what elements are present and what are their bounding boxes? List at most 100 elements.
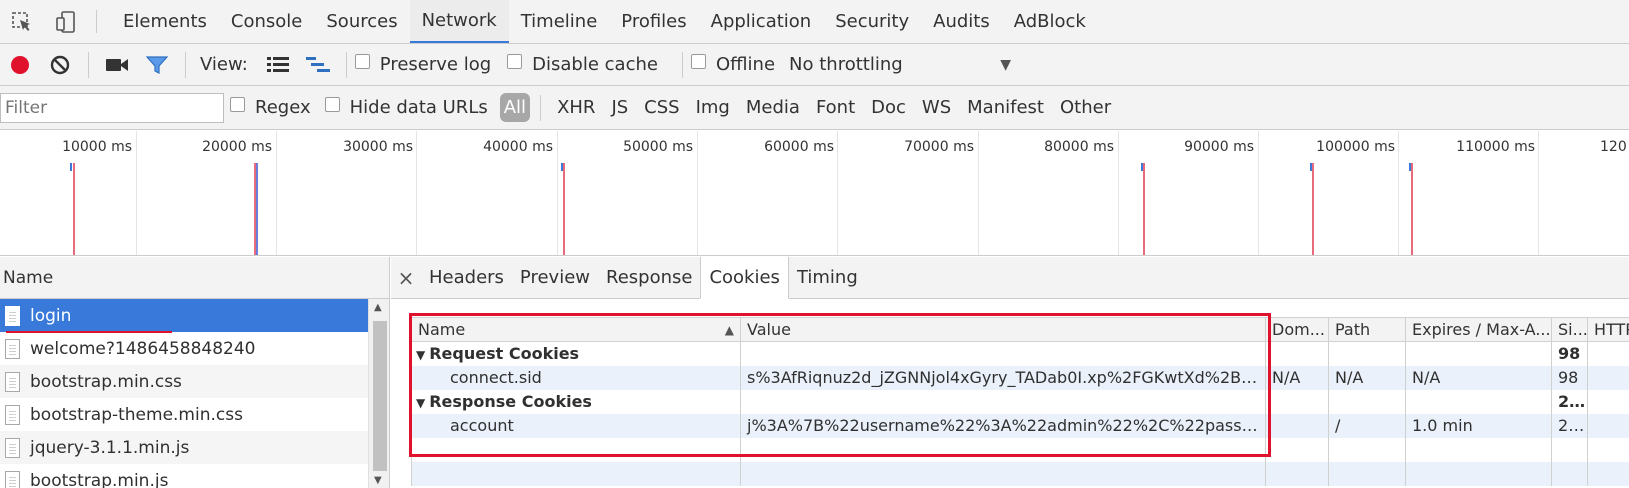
cookie-domain: N/A (1265, 365, 1329, 390)
tab-console[interactable]: Console (219, 0, 314, 43)
column-header-path[interactable]: Path (1328, 317, 1406, 342)
type-filter-ws[interactable]: WS (916, 95, 957, 120)
throttling-value: No throttling (789, 54, 903, 75)
clear-button[interactable] (40, 45, 80, 85)
tab-application[interactable]: Application (699, 0, 824, 43)
overview-waterfall-icon[interactable] (298, 45, 338, 85)
tab-cookies[interactable]: Cookies (700, 257, 789, 299)
request-detail-panel: × Headers Preview Response Cookies Timin… (391, 257, 1629, 488)
tab-headers[interactable]: Headers (421, 257, 512, 298)
request-marker (1310, 163, 1312, 171)
request-list-scrollbar[interactable]: ▲ ▼ (368, 299, 389, 488)
type-filter-img[interactable]: Img (690, 95, 736, 120)
view-label: View: (200, 54, 248, 75)
filter-input[interactable] (0, 92, 224, 123)
scroll-down-icon[interactable]: ▼ (374, 475, 382, 486)
time-label: 60000 ms (764, 139, 834, 155)
request-name: bootstrap.min.js (30, 470, 169, 488)
panel-tabs: Elements Console Sources Network Timelin… (111, 0, 1098, 43)
column-header-domain[interactable]: Dom... (1265, 317, 1329, 342)
column-header-expires[interactable]: Expires / Max-A... (1405, 317, 1552, 342)
column-header-value[interactable]: Value (740, 317, 1266, 342)
tab-elements[interactable]: Elements (111, 0, 219, 43)
request-row-bootstrap-js[interactable]: bootstrap.min.js (0, 464, 368, 488)
throttling-select[interactable]: No throttling ▼ (789, 54, 1011, 75)
request-name: jquery-3.1.1.min.js (30, 437, 190, 458)
disable-cache-box[interactable] (507, 54, 523, 69)
toolbar-divider (681, 51, 683, 78)
name-column-header[interactable]: Name (0, 257, 389, 299)
request-name: welcome?1486458848240 (30, 338, 256, 359)
expand-triangle-icon[interactable]: ▼ (416, 348, 425, 362)
disable-cache-checkbox[interactable]: Disable cache (507, 54, 658, 75)
tab-response[interactable]: Response (598, 257, 700, 298)
type-filter-css[interactable]: CSS (638, 95, 685, 120)
request-row-bootstrap-theme-css[interactable]: bootstrap-theme.min.css (0, 398, 368, 431)
inspect-element-icon[interactable] (0, 0, 44, 43)
tab-adblock[interactable]: AdBlock (1002, 0, 1098, 43)
request-cookies-group[interactable]: ▼ Request Cookies 98 (411, 341, 1629, 366)
record-button[interactable] (0, 45, 40, 85)
grid-divider (276, 131, 277, 255)
column-header-size[interactable]: Si... (1551, 317, 1588, 342)
cookie-size: 2... (1551, 413, 1588, 438)
timeline-overview[interactable]: 10000 ms 20000 ms 30000 ms 40000 ms 5000… (0, 131, 1629, 256)
hide-data-urls-checkbox[interactable]: Hide data URLs (324, 97, 488, 118)
scrollbar-thumb[interactable] (373, 321, 387, 471)
column-header-name[interactable]: Name ▲ (411, 317, 741, 342)
scroll-up-icon[interactable]: ▲ (374, 302, 382, 313)
response-cookies-group[interactable]: ▼ Response Cookies 2... (411, 389, 1629, 414)
tab-audits[interactable]: Audits (921, 0, 1002, 43)
tab-sources[interactable]: Sources (314, 0, 409, 43)
cookie-row[interactable]: account j%3A%7B%22username%22%3A%22admin… (411, 413, 1629, 438)
grid-divider (1118, 131, 1119, 255)
column-header-http[interactable]: HTTP (1587, 317, 1629, 342)
filter-icon[interactable] (137, 45, 177, 85)
capture-screenshots-icon[interactable] (97, 45, 137, 85)
tab-network[interactable]: Network (409, 0, 509, 43)
large-rows-icon[interactable] (258, 45, 298, 85)
tab-profiles[interactable]: Profiles (609, 0, 698, 43)
request-row-bootstrap-css[interactable]: bootstrap.min.css (0, 365, 368, 398)
expand-triangle-icon[interactable]: ▼ (416, 396, 425, 410)
close-icon[interactable]: × (391, 257, 421, 298)
preserve-log-checkbox[interactable]: Preserve log (354, 54, 491, 75)
tab-timing[interactable]: Timing (789, 257, 866, 298)
grid-divider (978, 131, 979, 255)
preserve-log-box[interactable] (354, 54, 370, 69)
request-row-jquery-js[interactable]: jquery-3.1.1.min.js (0, 431, 368, 464)
type-filter-doc[interactable]: Doc (865, 95, 912, 120)
load-event-marker (1143, 163, 1145, 255)
tab-timeline[interactable]: Timeline (509, 0, 610, 43)
request-row-login[interactable]: login (0, 299, 368, 332)
regex-checkbox[interactable]: Regex (230, 97, 311, 118)
load-event-marker (563, 163, 565, 255)
load-event-marker (1411, 163, 1413, 255)
type-filter-font[interactable]: Font (810, 95, 861, 120)
grid-divider (837, 131, 838, 255)
type-filter-media[interactable]: Media (740, 95, 806, 120)
time-label: 10000 ms (62, 139, 132, 155)
type-filter-js[interactable]: JS (605, 95, 634, 120)
disable-cache-label: Disable cache (532, 54, 658, 75)
request-marker (1141, 163, 1143, 171)
offline-box[interactable] (690, 54, 706, 69)
tab-preview[interactable]: Preview (512, 257, 598, 298)
regex-box[interactable] (230, 97, 245, 112)
request-name: bootstrap.min.css (30, 371, 182, 392)
cookies-table: Name ▲ Value Dom... Path Expires / Max-A.… (411, 317, 1629, 486)
grid-divider (557, 131, 558, 255)
hide-data-urls-box[interactable] (324, 97, 340, 112)
tab-security[interactable]: Security (823, 0, 921, 43)
device-mode-icon[interactable] (44, 0, 88, 43)
request-row-welcome[interactable]: welcome?1486458848240 (0, 332, 368, 365)
type-filter-manifest[interactable]: Manifest (961, 95, 1050, 120)
type-filter-all[interactable]: All (499, 93, 531, 122)
hide-data-urls-label: Hide data URLs (349, 97, 488, 118)
request-marker (70, 163, 72, 171)
offline-checkbox[interactable]: Offline (690, 54, 775, 75)
type-filter-other[interactable]: Other (1054, 95, 1117, 120)
cookie-row[interactable]: connect.sid s%3AfRiqnuz2d_jZGNNjol4xGyry… (411, 365, 1629, 390)
type-filter-xhr[interactable]: XHR (551, 95, 601, 120)
column-label: Name (418, 320, 466, 339)
